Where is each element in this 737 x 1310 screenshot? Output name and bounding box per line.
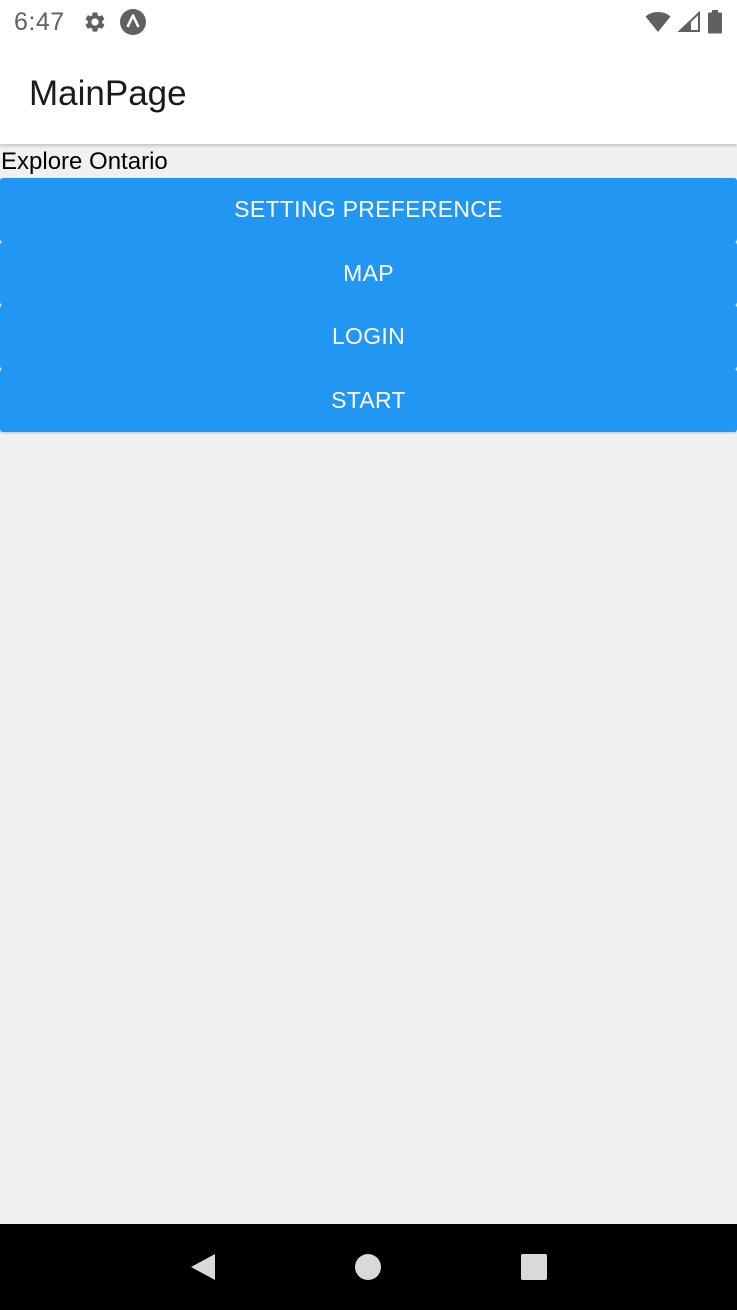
- recents-icon[interactable]: [504, 1237, 564, 1297]
- login-button[interactable]: LOGIN: [0, 305, 737, 369]
- back-icon[interactable]: [173, 1237, 233, 1297]
- wifi-icon: [645, 11, 671, 33]
- map-button[interactable]: MAP: [0, 241, 737, 305]
- explore-label: Explore Ontario: [1, 148, 168, 175]
- start-button[interactable]: START: [0, 368, 737, 432]
- status-bar: 6:47: [0, 0, 737, 44]
- main-content: Explore Ontario SETTING PREFERENCE MAP L…: [0, 144, 737, 1224]
- navigation-bar: [0, 1224, 737, 1310]
- app-bar: MainPage: [0, 44, 737, 144]
- page-title: MainPage: [29, 74, 187, 113]
- home-icon[interactable]: [338, 1237, 398, 1297]
- status-right-icons: [645, 10, 723, 34]
- screen: 6:47 MainPage Explore Ontario SETTING PR…: [0, 0, 737, 1310]
- button-stack: SETTING PREFERENCE MAP LOGIN START: [0, 178, 737, 432]
- app-notification-icon: [119, 8, 147, 36]
- status-time: 6:47: [14, 7, 65, 36]
- gear-icon: [83, 10, 107, 34]
- battery-icon: [707, 10, 723, 34]
- signal-icon: [677, 11, 701, 33]
- status-left-icons: [83, 8, 147, 36]
- setting-preference-button[interactable]: SETTING PREFERENCE: [0, 178, 737, 242]
